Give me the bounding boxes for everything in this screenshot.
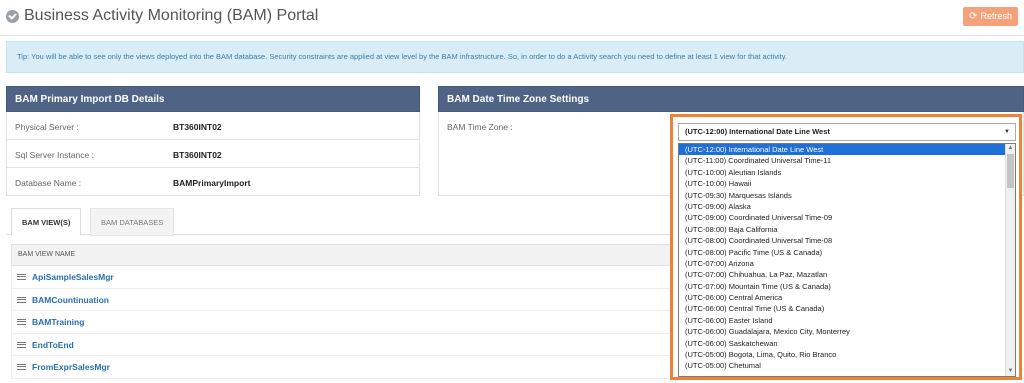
timezone-option[interactable]: (UTC-09:00) Coordinated Universal Time-0… [679,212,1015,223]
refresh-label: Refresh [980,11,1012,21]
scrollbar-thumb[interactable] [1007,154,1014,188]
timezone-option[interactable]: (UTC-10:00) Aleutian Islands [679,167,1015,178]
database-name-row: Database Name : BAMPrimaryImport [6,168,420,196]
timezone-option[interactable]: (UTC-07:00) Mountain Time (US & Canada) [679,281,1015,292]
tab-bam-databases[interactable]: BAM DATABASES [90,208,175,236]
page-header: Business Activity Monitoring (BAM) Porta… [0,0,1024,36]
table-row: BAMTraining [11,311,671,334]
timezone-option[interactable]: (UTC-06:00) Easter Island [679,315,1015,326]
import-db-panel-title: BAM Primary Import DB Details [6,86,420,112]
view-link[interactable]: BAMTraining [32,317,84,327]
list-icon [17,341,26,348]
list-icon [17,274,26,280]
tab-bar: BAM VIEW(S) BAM DATABASES [6,208,670,236]
timezone-select-value: (UTC-12:00) International Date Line West [685,127,830,136]
refresh-icon: ⟳ [969,10,978,22]
scroll-down-arrow-icon[interactable]: ▼ [1006,367,1015,376]
view-link[interactable]: EndToEnd [32,340,74,350]
view-link[interactable]: FromExprSalesMgr [32,362,110,372]
view-link[interactable]: BAMCountinuation [32,295,109,305]
timezone-option[interactable]: (UTC-09:30) Marquesas Islands [679,190,1015,201]
list-icon [17,364,26,370]
sql-instance-value: BT360INT02 [173,150,222,160]
timezone-option[interactable]: (UTC-05:00) Chetumal [679,360,1015,371]
dropdown-scrollbar[interactable]: ▲ ▼ [1005,144,1015,376]
check-circle-icon [6,10,19,23]
database-name-value: BAMPrimaryImport [173,178,251,188]
table-row: FromExprSalesMgr [11,356,671,379]
views-table-header: BAM VIEW NAME [11,244,671,266]
physical-server-row: Physical Server : BT360INT02 [6,112,420,140]
table-row: BAMCountinuation [11,288,671,311]
table-row: ApiSampleSalesMgr [11,266,671,289]
refresh-button[interactable]: ⟳ Refresh [963,7,1018,26]
import-db-panel: BAM Primary Import DB Details Physical S… [6,86,420,196]
physical-server-label: Physical Server : [15,122,79,132]
timezone-option[interactable]: (UTC-07:00) Chihuahua, La Paz, Mazatlan [679,269,1015,280]
timezone-option[interactable]: (UTC-12:00) International Date Line West [679,144,1015,156]
timezone-option[interactable]: (UTC-09:00) Alaska [679,201,1015,212]
table-row: EndToEnd [11,333,671,356]
timezone-option[interactable]: (UTC-10:00) Hawaii [679,178,1015,189]
list-icon [17,296,26,303]
timezone-option[interactable]: (UTC-05:00) Bogota, Lima, Quito, Rio Bra… [679,349,1015,360]
timezone-option[interactable]: (UTC-08:00) Baja California [679,224,1015,235]
timezone-option[interactable]: (UTC-08:00) Pacific Time (US & Canada) [679,247,1015,258]
timezone-option[interactable]: (UTC-11:00) Coordinated Universal Time-1… [679,155,1015,166]
timezone-option[interactable]: (UTC-08:00) Coordinated Universal Time-0… [679,235,1015,246]
timezone-option[interactable]: (UTC-07:00) Arizona [679,258,1015,269]
physical-server-value: BT360INT02 [173,122,222,132]
sql-instance-label: Sql Server Instance : [15,150,94,160]
timezone-dropdown-list[interactable]: (UTC-12:00) International Date Line West… [678,143,1016,377]
scroll-up-arrow-icon[interactable]: ▲ [1006,144,1015,153]
timezone-panel-title: BAM Date Time Zone Settings [438,86,1024,112]
page-title: Business Activity Monitoring (BAM) Porta… [24,7,319,24]
caret-down-icon: ▼ [1004,129,1010,135]
timezone-option[interactable]: (UTC-06:00) Central Time (US & Canada) [679,303,1015,314]
tip-banner: Tip: You will be able to see only the vi… [6,41,1024,73]
timezone-option[interactable]: (UTC-06:00) Central America [679,292,1015,303]
timezone-select-highlight: (UTC-12:00) International Date Line West… [670,114,1022,380]
timezone-select[interactable]: (UTC-12:00) International Date Line West… [678,123,1016,141]
list-icon [17,319,26,325]
database-name-label: Database Name : [15,178,82,188]
tab-bam-views[interactable]: BAM VIEW(S) [11,208,82,236]
sql-instance-row: Sql Server Instance : BT360INT02 [6,140,420,168]
view-link[interactable]: ApiSampleSalesMgr [32,272,114,282]
timezone-label: BAM Time Zone : [447,122,513,132]
timezone-option[interactable]: (UTC-06:00) Guadalajara, Mexico City, Mo… [679,326,1015,337]
views-table: BAM VIEW NAME ApiSampleSalesMgr BAMCount… [11,244,671,379]
timezone-option[interactable]: (UTC-06:00) Saskatchewan [679,338,1015,349]
